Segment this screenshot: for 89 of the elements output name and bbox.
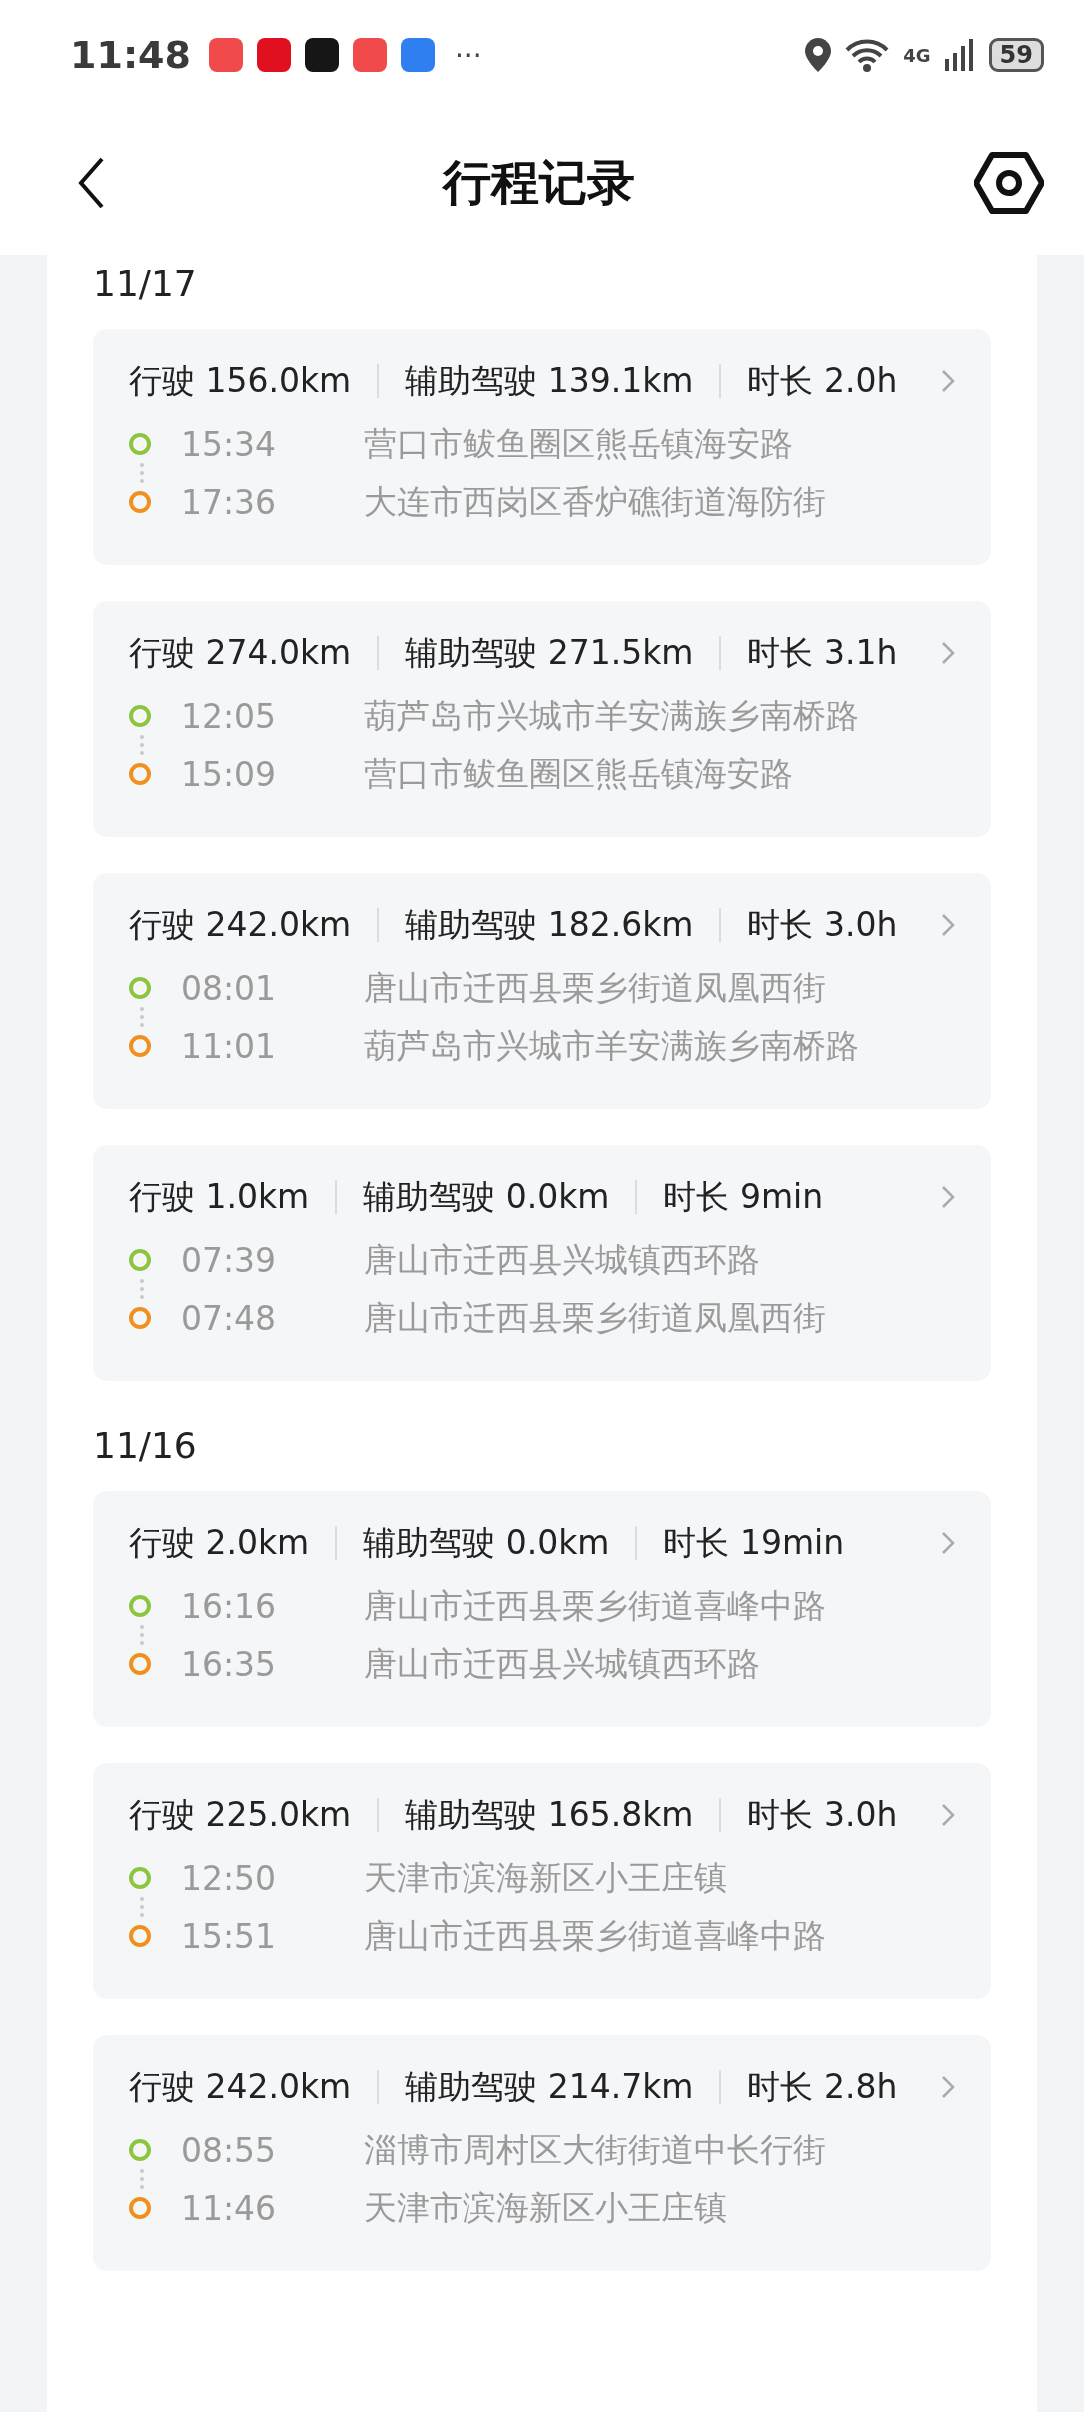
trip-stat: 行驶 2.0km	[129, 1521, 310, 1564]
trip-stat: 辅助驾驶 214.7km	[405, 2065, 694, 2108]
trip-stat: 行驶 274.0km	[129, 631, 352, 674]
start-time: 16:16	[181, 1586, 276, 1626]
trip-stat: 辅助驾驶 139.1km	[405, 359, 694, 402]
back-icon[interactable]	[78, 156, 104, 209]
wifi-icon	[845, 38, 890, 72]
trip-stat: 辅助驾驶 182.6km	[405, 903, 694, 946]
trip-stat: 时长 9min	[663, 1175, 824, 1218]
trip-stat: 时长 19min	[663, 1521, 845, 1564]
start-point-icon	[129, 977, 151, 999]
end-location: 天津市滨海新区小王庄镇	[364, 2186, 727, 2229]
end-time: 11:46	[181, 2188, 276, 2228]
start-time: 07:39	[181, 1240, 276, 1280]
signal-icon	[944, 39, 975, 71]
trip-stat: 行驶 156.0km	[129, 359, 352, 402]
trip-stat: 时长 3.0h	[747, 1793, 898, 1836]
start-location: 天津市滨海新区小王庄镇	[364, 1856, 727, 1899]
end-time: 16:35	[181, 1644, 276, 1684]
trip-card[interactable]: 行驶 274.0km 辅助驾驶 271.5km 时长 3.1h 12:05 葫芦岛市兴城市羊安满族乡南桥路 15:09 营口市鲅鱼圈区熊岳镇海安路	[93, 601, 991, 837]
start-location: 唐山市迁西县兴城镇西环路	[364, 1238, 760, 1281]
chevron-right-icon	[941, 2075, 955, 2099]
end-point-icon	[129, 1307, 151, 1329]
trip-stat: 时长 3.0h	[747, 903, 898, 946]
chevron-right-icon	[941, 913, 955, 937]
trip-stat: 行驶 242.0km	[129, 903, 352, 946]
end-location: 唐山市迁西县兴城镇西环路	[364, 1642, 760, 1685]
end-location: 葫芦岛市兴城市羊安满族乡南桥路	[364, 1024, 859, 1067]
start-point-icon	[129, 1595, 151, 1617]
trip-stat: 行驶 1.0km	[129, 1175, 310, 1218]
network-type: 4G	[903, 44, 931, 66]
trip-card[interactable]: 行驶 242.0km 辅助驾驶 182.6km 时长 3.0h 08:01 唐山市迁西县栗乡街道凤凰西街 11:01 葫芦岛市兴城市羊安满族乡南桥路	[93, 873, 991, 1109]
more-notifications: ···	[454, 38, 482, 72]
trip-stat: 辅助驾驶 271.5km	[405, 631, 694, 674]
end-location: 营口市鲅鱼圈区熊岳镇海安路	[364, 752, 793, 795]
start-time: 12:05	[181, 696, 276, 736]
trip-stat: 辅助驾驶 0.0km	[363, 1175, 610, 1218]
end-location: 唐山市迁西县栗乡街道喜峰中路	[364, 1914, 826, 1957]
chevron-right-icon	[941, 1185, 955, 1209]
chevron-right-icon	[941, 1531, 955, 1555]
end-point-icon	[129, 491, 151, 513]
trip-card[interactable]: 行驶 1.0km 辅助驾驶 0.0km 时长 9min 07:39 唐山市迁西县兴城镇西环路 07:48 唐山市迁西县栗乡街道凤凰西街	[93, 1145, 991, 1381]
trip-card[interactable]: 行驶 225.0km 辅助驾驶 165.8km 时长 3.0h 12:50 天津市滨海新区小王庄镇 15:51 唐山市迁西县栗乡街道喜峰中路	[93, 1763, 991, 1999]
chevron-right-icon	[941, 369, 955, 393]
start-location: 淄博市周村区大街街道中长行街	[364, 2128, 826, 2171]
page-title: 行程记录	[443, 152, 635, 212]
trip-stat: 行驶 225.0km	[129, 1793, 352, 1836]
start-location: 营口市鲅鱼圈区熊岳镇海安路	[364, 422, 793, 465]
trip-stat: 辅助驾驶 165.8km	[405, 1793, 694, 1836]
battery-level: 59	[988, 38, 1044, 72]
trip-stat: 时长 2.8h	[747, 2065, 898, 2108]
chevron-right-icon	[941, 641, 955, 665]
start-time: 12:50	[181, 1858, 276, 1898]
end-time: 07:48	[181, 1298, 276, 1338]
start-time: 08:55	[181, 2130, 276, 2170]
trip-card[interactable]: 行驶 2.0km 辅助驾驶 0.0km 时长 19min 16:16 唐山市迁西县栗乡街道喜峰中路 16:35 唐山市迁西县兴城镇西环路	[93, 1491, 991, 1727]
end-time: 17:36	[181, 482, 276, 522]
end-point-icon	[129, 763, 151, 785]
end-time: 15:51	[181, 1916, 276, 1956]
start-location: 葫芦岛市兴城市羊安满族乡南桥路	[364, 694, 859, 737]
status-time: 11:48	[70, 33, 191, 77]
chevron-right-icon	[941, 1803, 955, 1827]
end-location: 大连市西岗区香炉礁街道海防街	[364, 480, 826, 523]
start-location: 唐山市迁西县栗乡街道凤凰西街	[364, 966, 826, 1009]
start-location: 唐山市迁西县栗乡街道喜峰中路	[364, 1584, 826, 1627]
location-icon	[805, 38, 832, 72]
date-heading: 11/17	[93, 262, 198, 306]
start-point-icon	[129, 1867, 151, 1889]
end-point-icon	[129, 1653, 151, 1675]
end-time: 15:09	[181, 754, 276, 794]
trip-stat: 辅助驾驶 0.0km	[363, 1521, 610, 1564]
settings-icon[interactable]	[974, 151, 1044, 214]
trip-stat: 时长 2.0h	[747, 359, 898, 402]
end-point-icon	[129, 1035, 151, 1057]
start-time: 15:34	[181, 424, 276, 464]
end-point-icon	[129, 1925, 151, 1947]
trip-stat: 行驶 242.0km	[129, 2065, 352, 2108]
end-location: 唐山市迁西县栗乡街道凤凰西街	[364, 1296, 826, 1339]
start-point-icon	[129, 705, 151, 727]
start-time: 08:01	[181, 968, 276, 1008]
start-point-icon	[129, 433, 151, 455]
trip-card[interactable]: 行驶 242.0km 辅助驾驶 214.7km 时长 2.8h 08:55 淄博市周村区大街街道中长行街 11:46 天津市滨海新区小王庄镇	[93, 2035, 991, 2271]
end-point-icon	[129, 2197, 151, 2219]
start-point-icon	[129, 1249, 151, 1271]
trip-card[interactable]: 行驶 156.0km 辅助驾驶 139.1km 时长 2.0h 15:34 营口市鲅鱼圈区熊岳镇海安路 17:36 大连市西岗区香炉礁街道海防街	[93, 329, 991, 565]
start-point-icon	[129, 2139, 151, 2161]
trip-stat: 时长 3.1h	[747, 631, 898, 674]
end-time: 11:01	[181, 1026, 276, 1066]
date-heading: 11/16	[93, 1424, 198, 1468]
